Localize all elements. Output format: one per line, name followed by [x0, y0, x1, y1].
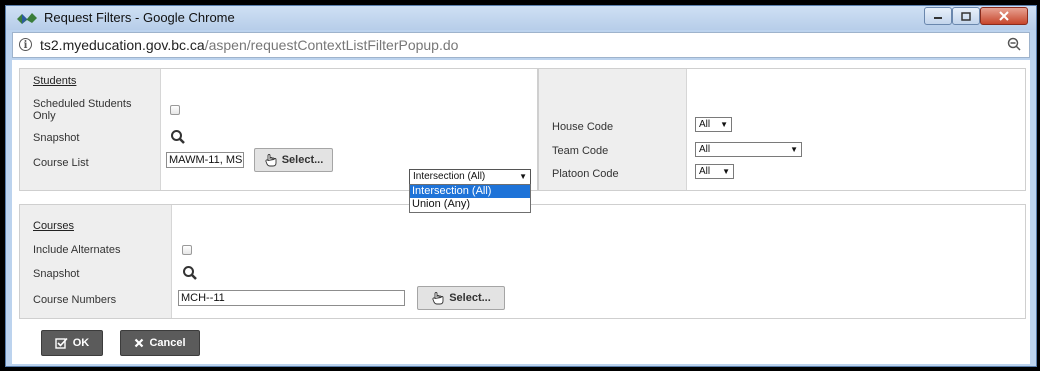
maximize-button[interactable] — [952, 7, 980, 25]
close-button[interactable] — [980, 7, 1028, 25]
ok-button[interactable]: OK — [41, 330, 103, 356]
team-code-value: All — [699, 144, 711, 155]
house-code-label: House Code — [552, 121, 614, 133]
include-alternates-label: Include Alternates — [33, 244, 121, 256]
close-icon — [135, 338, 144, 348]
match-mode-option-union[interactable]: Union (Any) — [410, 198, 530, 211]
platoon-code-dropdown[interactable]: All ▼ — [695, 164, 734, 179]
scheduled-students-checkbox[interactable] — [170, 105, 180, 115]
course-list-label: Course List — [33, 157, 89, 169]
chevron-down-icon: ▼ — [519, 172, 527, 181]
window-title: Request Filters - Google Chrome — [44, 10, 235, 25]
courses-snapshot-label: Snapshot — [33, 268, 80, 280]
url-host: ts2.myeducation.gov.bc.ca — [40, 37, 205, 53]
match-mode-dropdown[interactable]: Intersection (All) ▼ — [409, 169, 531, 185]
minimize-button[interactable] — [924, 7, 952, 25]
cancel-label: Cancel — [149, 337, 186, 349]
match-mode-option-intersection[interactable]: Intersection (All) — [410, 185, 530, 198]
minimize-icon — [934, 17, 942, 19]
popup-content: Students Scheduled Students Only Snapsho… — [12, 60, 1030, 364]
courses-header: Courses — [33, 220, 74, 232]
pointing-hand-icon — [432, 292, 444, 305]
course-numbers-label: Course Numbers — [33, 294, 117, 306]
match-mode-value: Intersection (All) — [413, 171, 486, 182]
students-label-column — [20, 69, 161, 190]
students-header: Students — [33, 75, 77, 87]
chevron-down-icon: ▼ — [722, 167, 730, 176]
team-code-dropdown[interactable]: All ▼ — [695, 142, 802, 157]
title-bar: Request Filters - Google Chrome — [6, 6, 1036, 30]
url-path: /aspen/requestContextListFilterPopup.do — [204, 37, 459, 53]
zoom-out-icon[interactable] — [1007, 37, 1021, 51]
pointing-hand-icon — [265, 154, 277, 167]
maximize-icon — [961, 11, 971, 21]
url-text[interactable]: ts2.myeducation.gov.bc.ca/aspen/requestC… — [40, 37, 458, 53]
close-icon — [999, 11, 1009, 21]
chrome-app-icon — [17, 13, 37, 24]
courses-snapshot-search-icon[interactable] — [182, 265, 198, 281]
codes-panel: House Code All ▼ Team Code All ▼ Platoon… — [538, 68, 1026, 191]
check-square-icon — [55, 337, 68, 349]
scheduled-students-label: Scheduled Students Only — [33, 98, 132, 122]
platoon-code-value: All — [699, 166, 711, 177]
course-numbers-select-label: Select... — [449, 292, 491, 304]
students-snapshot-label: Snapshot — [33, 132, 80, 144]
house-code-value: All — [699, 119, 711, 130]
course-list-input[interactable]: MAWM-11, MSC-- — [166, 152, 244, 168]
team-code-label: Team Code — [552, 145, 609, 157]
course-numbers-input[interactable]: MCH--11 — [178, 290, 405, 306]
courses-panel: Courses Include Alternates Snapshot Cour… — [19, 204, 1026, 319]
house-code-dropdown[interactable]: All ▼ — [695, 117, 732, 132]
chevron-down-icon: ▼ — [720, 120, 728, 129]
chevron-down-icon: ▼ — [790, 145, 798, 154]
address-bar[interactable]: i ts2.myeducation.gov.bc.ca/aspen/reques… — [12, 32, 1030, 58]
match-mode-options: Intersection (All) Union (Any) — [409, 184, 531, 213]
info-icon[interactable]: i — [19, 38, 32, 51]
course-list-select-button[interactable]: Select... — [254, 148, 333, 172]
browser-window: Request Filters - Google Chrome i ts2.my… — [5, 5, 1037, 367]
students-snapshot-search-icon[interactable] — [170, 129, 186, 145]
cancel-button[interactable]: Cancel — [120, 330, 200, 356]
course-numbers-select-button[interactable]: Select... — [417, 286, 505, 310]
ok-label: OK — [72, 337, 90, 349]
platoon-code-label: Platoon Code — [552, 168, 619, 180]
include-alternates-checkbox[interactable] — [182, 245, 192, 255]
course-list-select-label: Select... — [281, 154, 324, 166]
